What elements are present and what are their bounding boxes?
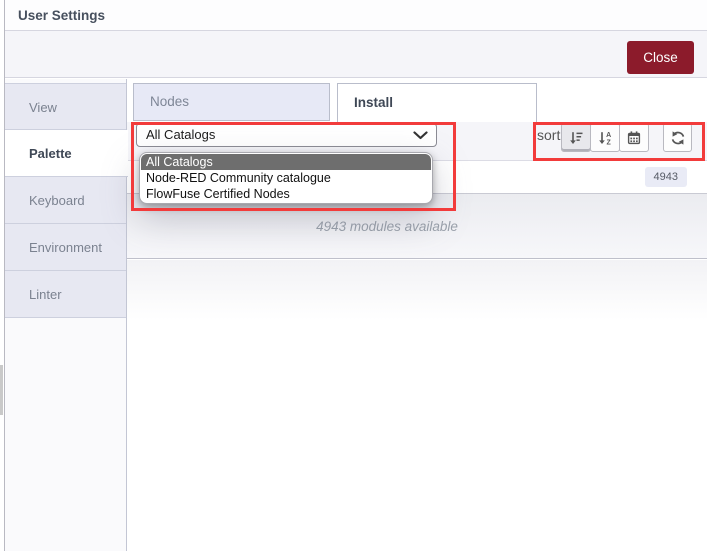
sidebar-item-view[interactable]: View xyxy=(5,83,126,130)
chevron-down-icon xyxy=(413,130,428,140)
dropdown-option-flowfuse-certified[interactable]: FlowFuse Certified Nodes xyxy=(141,186,431,202)
user-settings-dialog: User Settings Close View Palette Keyboar… xyxy=(4,0,707,551)
catalog-select-value: All Catalogs xyxy=(146,127,216,142)
background-scrollbar-fragment[interactable] xyxy=(0,365,3,415)
sort-button-group: A Z xyxy=(561,123,649,152)
module-count-badge: 4943 xyxy=(644,167,687,187)
settings-sidebar: View Palette Keyboard Environment Linter xyxy=(5,79,128,551)
dialog-header: Close xyxy=(5,31,707,78)
sidebar-item-environment[interactable]: Environment xyxy=(5,224,126,271)
sort-recent-button[interactable] xyxy=(619,123,649,152)
refresh-button[interactable] xyxy=(663,123,692,152)
sort-amount-down-button[interactable] xyxy=(561,123,591,152)
sidebar-item-keyboard[interactable]: Keyboard xyxy=(5,177,126,224)
sort-alpha-down-icon: A Z xyxy=(597,130,613,146)
catalog-dropdown-popup: All Catalogs Node-RED Community catalogu… xyxy=(139,152,433,204)
refresh-icon xyxy=(670,130,686,146)
close-button[interactable]: Close xyxy=(627,41,694,74)
dropdown-option-nodered-community[interactable]: Node-RED Community catalogue xyxy=(141,170,431,186)
module-list-area xyxy=(127,260,707,320)
dialog-titlebar: User Settings xyxy=(5,0,707,31)
sort-amount-down-icon xyxy=(568,130,584,146)
sidebar-item-palette[interactable]: Palette xyxy=(5,130,128,177)
sort-alpha-down-button[interactable]: A Z xyxy=(590,123,620,152)
calendar-icon xyxy=(626,130,642,146)
svg-text:Z: Z xyxy=(606,139,611,146)
sidebar-tab-list: View Palette Keyboard Environment Linter xyxy=(5,83,128,318)
tab-nodes[interactable]: Nodes xyxy=(133,83,330,121)
tab-install[interactable]: Install xyxy=(337,83,537,122)
dialog-title: User Settings xyxy=(18,8,106,23)
dropdown-option-all-catalogs[interactable]: All Catalogs xyxy=(141,154,431,170)
modules-available-text: 4943 modules available xyxy=(316,219,458,234)
palette-settings-panel: Nodes Install All Catalogs sort: A Z 494… xyxy=(127,79,707,551)
screen: User Settings Close View Palette Keyboar… xyxy=(0,0,707,551)
catalog-select[interactable]: All Catalogs xyxy=(136,123,437,147)
svg-text:A: A xyxy=(606,132,611,139)
sidebar-item-linter[interactable]: Linter xyxy=(5,271,126,318)
